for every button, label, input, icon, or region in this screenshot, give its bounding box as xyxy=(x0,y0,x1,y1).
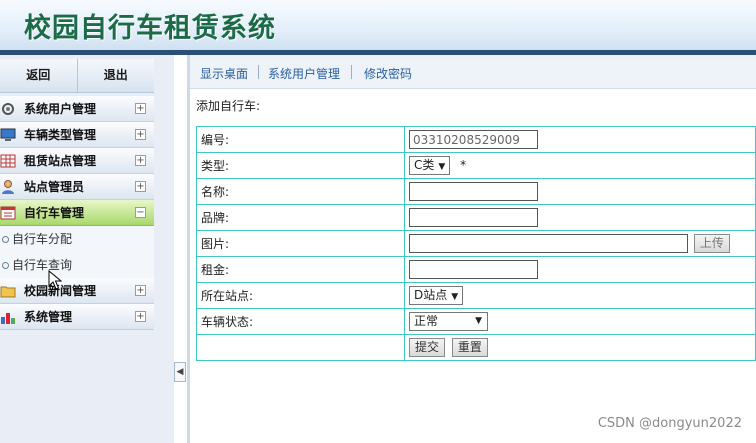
mouse-cursor-icon xyxy=(48,270,62,290)
dropdown-arrow-icon: ▼ xyxy=(451,292,459,302)
bike-type-select[interactable]: C类 ▼ xyxy=(409,156,451,175)
select-value: 正常 xyxy=(414,314,439,328)
expand-icon[interactable]: + xyxy=(135,181,146,192)
bar-chart-icon xyxy=(1,313,15,324)
reset-button[interactable]: 重置 xyxy=(451,338,488,357)
form-row-image: 图片: 上传 xyxy=(196,230,756,257)
expand-icon[interactable]: + xyxy=(135,311,146,322)
sidebar-item-rental-stations[interactable]: 租赁站点管理 + xyxy=(0,148,154,174)
submenu-item-bike-allocation[interactable]: 自行车分配 xyxy=(0,226,154,252)
sidebar-item-label: 系统用户管理 xyxy=(24,102,97,116)
form-row-actions: 提交 重置 xyxy=(196,334,756,361)
watermark: CSDN @dongyun2022 xyxy=(597,416,742,431)
expand-icon[interactable]: + xyxy=(135,129,146,140)
sidebar-item-label: 系统管理 xyxy=(24,310,73,324)
field-cell xyxy=(404,204,756,231)
field-cell: 上传 xyxy=(404,230,756,257)
grid-icon xyxy=(0,154,16,168)
field-label: 车辆状态: xyxy=(196,308,405,335)
dropdown-arrow-icon: ▼ xyxy=(475,316,482,326)
field-cell: 提交 重置 xyxy=(404,334,756,361)
submenu-item-bike-query[interactable]: 自行车查询 xyxy=(0,252,154,278)
field-label: 图片: xyxy=(196,230,405,257)
field-cell xyxy=(404,256,756,283)
required-marker: * xyxy=(460,158,467,172)
dropdown-arrow-icon: ▼ xyxy=(438,162,446,172)
sidebar-item-vehicle-types[interactable]: 车辆类型管理 + xyxy=(0,122,154,148)
sidebar: 返回 退出 系统用户管理 + 车辆类型管理 + 租赁站点管理 + 站点管理员 +… xyxy=(0,55,174,443)
tab-change-password[interactable]: 修改密码 xyxy=(364,65,412,82)
sidebar-item-label: 自行车管理 xyxy=(24,206,85,220)
sidebar-collapse-button[interactable]: ◀ xyxy=(174,362,186,382)
sidebar-item-label: 站点管理员 xyxy=(24,180,85,194)
tab-separator xyxy=(351,65,352,79)
calendar-icon xyxy=(0,206,16,220)
expand-icon[interactable]: + xyxy=(135,155,146,166)
field-label: 品牌: xyxy=(196,204,405,231)
field-label: 类型: xyxy=(196,152,405,179)
submit-button[interactable]: 提交 xyxy=(409,338,446,357)
user-icon xyxy=(2,180,14,194)
bike-name-input[interactable] xyxy=(409,182,538,201)
gear-icon xyxy=(2,103,14,115)
sidebar-item-station-admins[interactable]: 站点管理员 + xyxy=(0,174,154,200)
tab-system-users[interactable]: 系统用户管理 xyxy=(268,65,340,82)
sidebar-item-system-users[interactable]: 系统用户管理 + xyxy=(0,96,154,122)
sidebar-item-campus-news[interactable]: 校园新闻管理 + xyxy=(0,278,154,304)
tab-show-desktop[interactable]: 显示桌面 xyxy=(200,65,248,82)
sidebar-item-label: 租赁站点管理 xyxy=(24,154,97,168)
field-label: 租金: xyxy=(196,256,405,283)
upload-button[interactable]: 上传 xyxy=(693,234,730,254)
bike-rent-input[interactable] xyxy=(409,260,538,279)
expand-icon[interactable]: + xyxy=(135,103,146,114)
form-row-name: 名称: xyxy=(196,178,756,205)
field-cell: D站点 ▼ xyxy=(404,282,756,309)
field-label: 所在站点: xyxy=(196,282,405,309)
form-row-brand: 品牌: xyxy=(196,204,756,231)
field-cell xyxy=(404,178,756,205)
select-value: C类 xyxy=(414,158,435,172)
bike-image-input[interactable] xyxy=(409,233,688,253)
bike-brand-input[interactable] xyxy=(409,208,538,227)
form-row-rent: 租金: xyxy=(196,256,756,283)
empty-cell xyxy=(196,334,405,361)
top-nav: 显示桌面 系统用户管理 修改密码 xyxy=(190,55,756,89)
form-row-station: 所在站点: D站点 ▼ xyxy=(196,282,756,309)
form-row-type: 类型: C类 ▼ * xyxy=(196,152,756,179)
monitor-icon xyxy=(0,128,16,141)
sidebar-menu: 系统用户管理 + 车辆类型管理 + 租赁站点管理 + 站点管理员 + 自行车管理… xyxy=(0,96,154,330)
field-cell xyxy=(404,126,756,153)
main-content: 显示桌面 系统用户管理 修改密码 添加自行车: 编号: 类型: C类▼ * 名称… xyxy=(190,55,756,443)
back-button[interactable]: 返回 xyxy=(0,59,78,92)
field-label: 名称: xyxy=(196,178,405,205)
field-cell: C类 ▼ * xyxy=(404,152,756,179)
sidebar-top-buttons: 返回 退出 xyxy=(0,59,154,93)
expand-icon[interactable]: + xyxy=(135,285,146,296)
app-title: 校园自行车租赁系统 xyxy=(24,13,276,44)
form-row-code: 编号: xyxy=(196,126,756,153)
field-label: 编号: xyxy=(196,126,405,153)
folder-icon xyxy=(0,286,16,298)
sidebar-item-label: 车辆类型管理 xyxy=(24,128,97,142)
form-title: 添加自行车: xyxy=(196,99,261,113)
bike-code-input[interactable] xyxy=(409,130,538,149)
add-bike-form: 编号: 类型: C类▼ * 名称: 品牌: 图片: xyxy=(196,126,756,361)
collapse-icon[interactable]: − xyxy=(135,207,146,218)
app-header: 校园自行车租赁系统 xyxy=(0,0,756,52)
station-select[interactable]: D站点 ▼ xyxy=(409,286,464,305)
logout-button[interactable]: 退出 xyxy=(78,59,155,92)
submenu-bike-management: 自行车分配 自行车查询 xyxy=(0,226,154,278)
field-cell: 正常 ▼ xyxy=(404,308,756,335)
sidebar-item-system-management[interactable]: 系统管理 + xyxy=(0,304,154,330)
form-row-status: 车辆状态: 正常 ▼ xyxy=(196,308,756,335)
bike-status-select[interactable]: 正常 ▼ xyxy=(409,312,488,331)
tab-separator xyxy=(258,65,259,79)
select-value: D站点 xyxy=(414,288,448,302)
sidebar-item-bike-management[interactable]: 自行车管理 − xyxy=(0,200,154,226)
